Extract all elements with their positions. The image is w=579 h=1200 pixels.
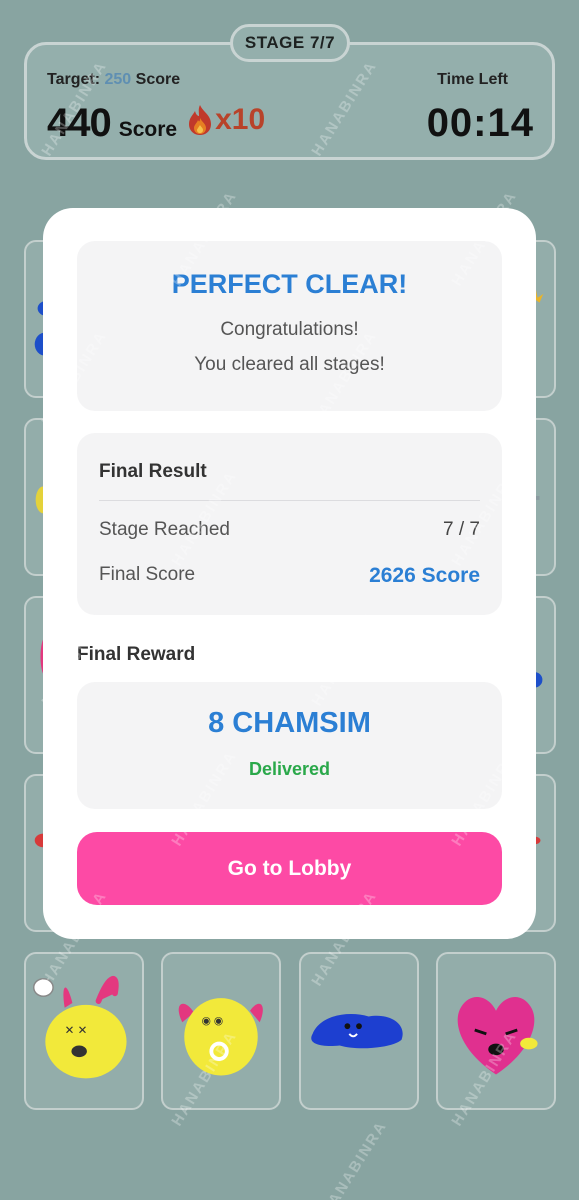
- svg-text:◉ ◉: ◉ ◉: [202, 1015, 224, 1027]
- cleared-stages-text: You cleared all stages!: [194, 354, 385, 375]
- dialog-title: PERFECT CLEAR!: [171, 269, 408, 299]
- card-tile-blue-puddle[interactable]: [299, 952, 419, 1110]
- card-tile-yellow-bunny[interactable]: ✕ ✕: [24, 952, 144, 1110]
- final-result-heading: Final Result: [99, 461, 207, 482]
- stage-label: STAGE 7/7: [244, 33, 336, 52]
- combo-multiplier: x10: [215, 103, 266, 136]
- combo-indicator: x10: [187, 103, 265, 137]
- time-left-value: 00:14: [426, 101, 534, 145]
- reward-status: Delivered: [248, 759, 331, 779]
- time-left-label: Time Left: [437, 71, 508, 88]
- perfect-clear-dialog: PERFECT CLEAR! Congratulations! You clea…: [43, 208, 536, 939]
- target-value: 250: [104, 71, 132, 88]
- card-tile-yellow-donut[interactable]: ◉ ◉: [161, 952, 281, 1110]
- reward-amount: 8 CHAMSIM: [208, 707, 371, 739]
- target-score: Target: 250 Score: [47, 71, 180, 89]
- fire-icon: [189, 105, 212, 135]
- divider: [99, 500, 480, 501]
- current-score: 440 Score x10: [47, 101, 265, 146]
- svg-text:✕ ✕: ✕ ✕: [65, 1024, 88, 1037]
- congrats-text: Congratulations!: [220, 319, 359, 340]
- stage-reached-value: 7 / 7: [443, 519, 480, 540]
- card-tile-pink-heart[interactable]: [436, 952, 556, 1110]
- watermark: HANABINRA: [318, 1117, 391, 1200]
- final-result-card: Final Result Stage Reached 7 / 7 Final S…: [77, 433, 502, 615]
- go-to-lobby-button[interactable]: Go to Lobby: [77, 832, 502, 905]
- final-score-label: Final Score: [99, 564, 196, 585]
- final-score-value: 2626 Score: [369, 564, 480, 587]
- target-suffix: Score: [135, 71, 181, 88]
- clear-banner: PERFECT CLEAR! Congratulations! You clea…: [77, 241, 502, 411]
- final-reward-heading: Final Reward: [77, 644, 196, 665]
- stage-indicator: STAGE 7/7: [230, 24, 350, 62]
- stage-reached-label: Stage Reached: [99, 519, 230, 540]
- final-reward-card: 8 CHAMSIM Delivered: [77, 682, 502, 809]
- score-value: 440: [47, 101, 112, 145]
- score-unit: Score: [118, 118, 178, 141]
- target-prefix: Target:: [47, 71, 101, 88]
